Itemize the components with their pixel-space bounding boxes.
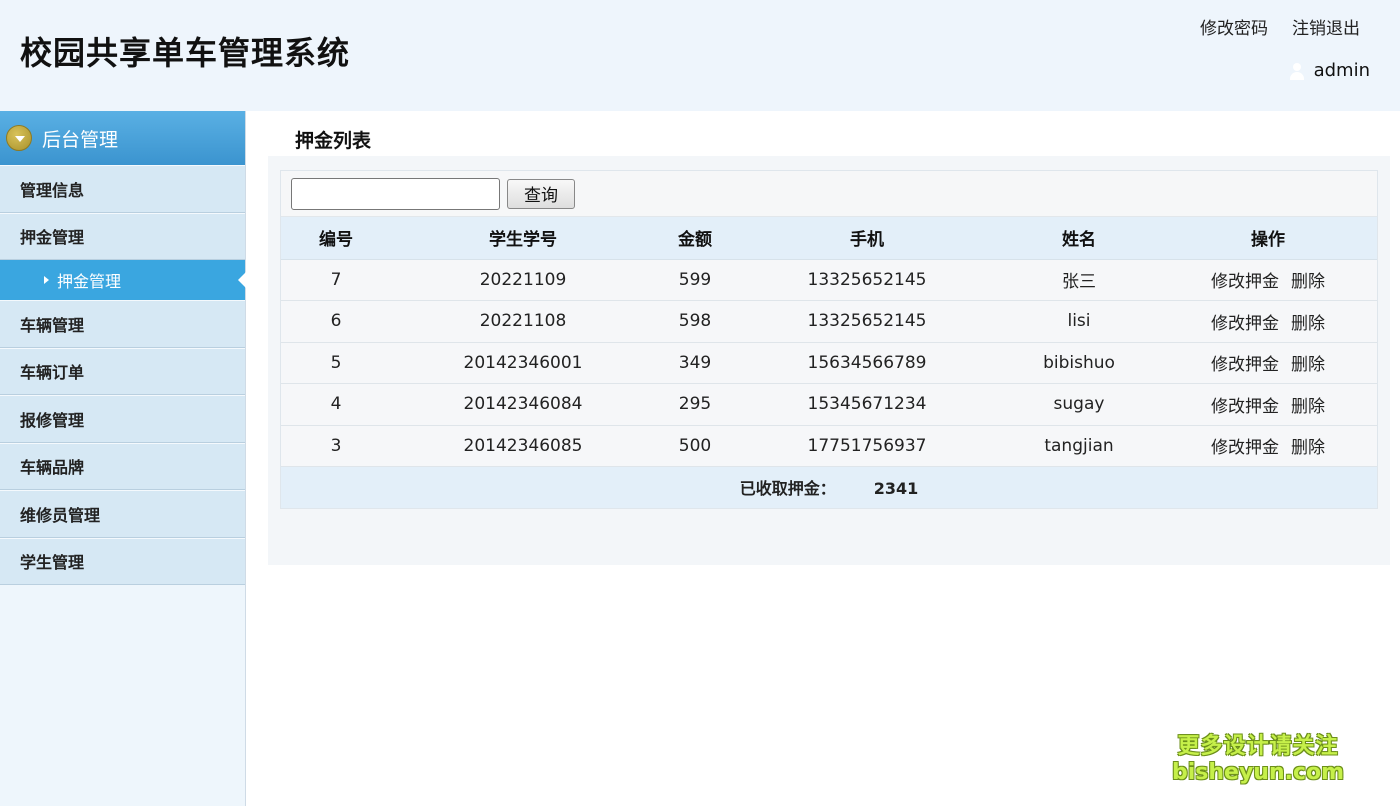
cell-student-no: 20221108 [391,300,655,343]
sidebar-item-label: 报修管理 [20,410,85,430]
cell-name: 张三 [999,259,1159,301]
cell-phone: 13325652145 [735,259,999,301]
cell-amount: 500 [655,425,735,467]
search-bar: 查询 [281,171,1377,217]
summary-row: 已收取押金： 2341 [281,466,1377,508]
cell-student-no: 20142346001 [391,342,655,384]
sidebar-item-label: 学生管理 [20,553,85,573]
top-links: 修改密码 注销退出 [1200,14,1360,39]
edit-deposit-link[interactable]: 修改押金 [1211,397,1279,417]
caret-right-icon [44,276,49,284]
delete-link[interactable]: 删除 [1291,438,1325,458]
sidebar-header[interactable]: 后台管理 [0,111,245,165]
cell-phone: 15634566789 [735,342,999,384]
edit-deposit-link[interactable]: 修改押金 [1211,272,1279,292]
sidebar: 后台管理 管理信息 押金管理 押金管理 车辆管理 车辆订单 报修管理 车辆品牌 … [0,111,246,806]
sidebar-item-label: 管理信息 [20,180,85,200]
column-header-id: 编号 [281,217,391,260]
cell-amount: 598 [655,300,735,343]
cell-actions: 修改押金 删除 [1159,342,1377,384]
page-title: 押金列表 [295,130,372,152]
sidebar-item-repairs[interactable]: 报修管理 [0,395,245,443]
sidebar-item-label: 车辆品牌 [20,458,85,478]
cell-phone: 13325652145 [735,300,999,343]
cell-id: 4 [281,383,391,426]
cell-id: 7 [281,259,391,301]
cell-actions: 修改押金 删除 [1159,383,1377,426]
user-icon [1288,62,1306,80]
cell-name: sugay [999,383,1159,426]
table-row: 5 20142346001 349 15634566789 bibishuo 修… [281,342,1377,384]
app-title: 校园共享单车管理系统 [20,34,351,72]
summary-cell: 已收取押金： 2341 [281,466,1377,508]
watermark: 更多设计请关注 bisheyun.com [1172,728,1344,785]
cell-amount: 295 [655,383,735,426]
edit-deposit-link[interactable]: 修改押金 [1211,438,1279,458]
collapse-toggle-icon[interactable] [6,125,32,151]
cell-amount: 599 [655,259,735,301]
delete-link[interactable]: 删除 [1291,397,1325,417]
cell-amount: 349 [655,342,735,384]
delete-link[interactable]: 删除 [1291,314,1325,334]
column-header-name: 姓名 [999,217,1159,260]
watermark-line2: bisheyun.com [1172,760,1345,785]
sidebar-item-label: 车辆订单 [20,363,85,383]
summary-label: 已收取押金： [739,479,836,499]
sidebar-item-label: 维修员管理 [20,505,101,525]
deposit-table-container: 查询 编号 学生学号 金额 手机 姓名 操作 7 20221109 599 13… [280,170,1378,509]
table-row: 4 20142346084 295 15345671234 sugay 修改押金… [281,383,1377,426]
cell-student-no: 20142346084 [391,383,655,426]
sidebar-item-label: 车辆管理 [20,315,85,335]
search-input[interactable] [291,177,500,210]
change-password-link[interactable]: 修改密码 [1200,14,1268,39]
cell-actions: 修改押金 删除 [1159,259,1377,301]
logout-link[interactable]: 注销退出 [1292,14,1360,39]
sidebar-item-label: 押金管理 [57,272,122,291]
cell-student-no: 20221109 [391,259,655,301]
edit-deposit-link[interactable]: 修改押金 [1211,314,1279,334]
sidebar-item-students[interactable]: 学生管理 [0,537,245,585]
delete-link[interactable]: 删除 [1291,272,1325,292]
column-header-amount: 金额 [655,217,735,260]
table-row: 3 20142346085 500 17751756937 tangjian 修… [281,425,1377,467]
content-panel: 查询 编号 学生学号 金额 手机 姓名 操作 7 20221109 599 13… [268,156,1390,565]
summary-value: 2341 [873,479,919,499]
cell-actions: 修改押金 删除 [1159,300,1377,343]
sidebar-title: 后台管理 [42,128,119,151]
table-row: 7 20221109 599 13325652145 张三 修改押金 删除 [281,259,1377,301]
deposit-table: 编号 学生学号 金额 手机 姓名 操作 7 20221109 599 13325… [281,217,1377,508]
table-header-row: 编号 学生学号 金额 手机 姓名 操作 [281,217,1377,260]
table-row: 6 20221108 598 13325652145 lisi 修改押金 删除 [281,300,1377,343]
sidebar-subitem-deposit-management[interactable]: 押金管理 [0,260,246,300]
column-header-actions: 操作 [1159,217,1377,260]
sidebar-item-admin-info[interactable]: 管理信息 [0,165,245,213]
search-button[interactable]: 查询 [507,178,575,209]
cell-name: tangjian [999,425,1159,467]
cell-id: 6 [281,300,391,343]
header: 校园共享单车管理系统 修改密码 注销退出 admin [0,0,1400,111]
cell-id: 3 [281,425,391,467]
user-area: admin [1288,60,1370,81]
delete-link[interactable]: 删除 [1291,355,1325,375]
sidebar-item-brands[interactable]: 车辆品牌 [0,442,245,490]
column-header-phone: 手机 [735,217,999,260]
cell-name: bibishuo [999,342,1159,384]
column-header-student-no: 学生学号 [391,217,655,260]
sidebar-item-label: 押金管理 [20,228,85,248]
cell-student-no: 20142346085 [391,425,655,467]
sidebar-item-deposit[interactable]: 押金管理 [0,212,245,260]
edit-deposit-link[interactable]: 修改押金 [1211,355,1279,375]
cell-id: 5 [281,342,391,384]
cell-phone: 15345671234 [735,383,999,426]
sidebar-item-orders[interactable]: 车辆订单 [0,347,245,395]
username: admin [1313,60,1370,81]
watermark-line1: 更多设计请关注 [1177,734,1339,759]
cell-phone: 17751756937 [735,425,999,467]
sidebar-item-repairers[interactable]: 维修员管理 [0,490,245,538]
cell-actions: 修改押金 删除 [1159,425,1377,467]
cell-name: lisi [999,300,1159,343]
sidebar-item-vehicles[interactable]: 车辆管理 [0,300,245,348]
